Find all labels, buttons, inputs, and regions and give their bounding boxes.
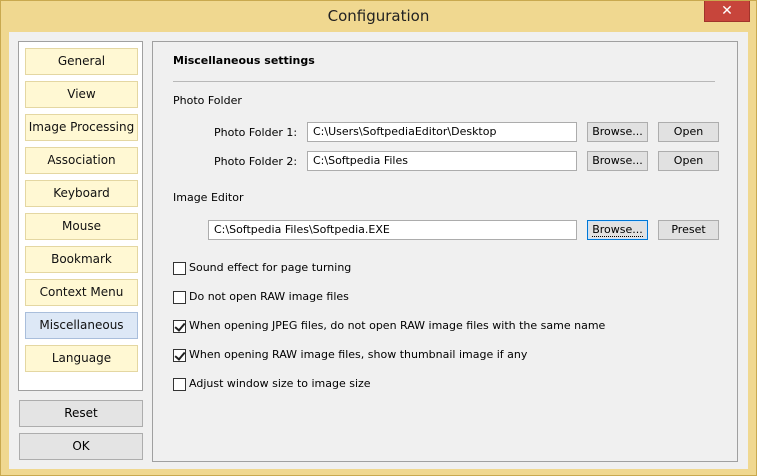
no-raw-checkbox[interactable] <box>173 291 186 304</box>
photo-folder-2-browse-button[interactable]: Browse... <box>587 151 648 171</box>
nav-item-image-processing[interactable]: Image Processing <box>25 114 138 141</box>
panel-heading: Miscellaneous settings <box>173 54 315 67</box>
no-raw-label: Do not open RAW image files <box>189 290 349 303</box>
adjust-window-label: Adjust window size to image size <box>189 377 371 390</box>
jpeg-skip-raw-label: When opening JPEG files, do not open RAW… <box>189 319 606 332</box>
photo-folder-group-label: Photo Folder <box>173 94 242 107</box>
reset-button[interactable]: Reset <box>19 400 143 427</box>
nav-item-mouse[interactable]: Mouse <box>25 213 138 240</box>
adjust-window-checkbox[interactable] <box>173 378 186 391</box>
nav-item-association[interactable]: Association <box>25 147 138 174</box>
nav-item-context-menu[interactable]: Context Menu <box>25 279 138 306</box>
sound-effect-checkbox[interactable] <box>173 262 186 275</box>
configuration-window: Configuration ✕ General View Image Proce… <box>0 0 757 476</box>
settings-panel: Miscellaneous settings Photo Folder Phot… <box>152 41 738 462</box>
raw-thumbnail-checkbox[interactable] <box>173 349 186 362</box>
client-area: General View Image Processing Associatio… <box>9 32 748 469</box>
nav-item-keyboard[interactable]: Keyboard <box>25 180 138 207</box>
nav-item-general[interactable]: General <box>25 48 138 75</box>
nav-item-bookmark[interactable]: Bookmark <box>25 246 138 273</box>
image-editor-browse-label: Browse... <box>592 223 643 237</box>
close-icon: ✕ <box>721 3 733 19</box>
image-editor-preset-button[interactable]: Preset <box>658 220 719 240</box>
photo-folder-1-label: Photo Folder 1: <box>214 126 298 139</box>
nav-item-miscellaneous[interactable]: Miscellaneous <box>25 312 138 339</box>
heading-divider <box>173 81 715 82</box>
photo-folder-2-label: Photo Folder 2: <box>214 155 298 168</box>
nav-item-view[interactable]: View <box>25 81 138 108</box>
photo-folder-2-input[interactable]: C:\Softpedia Files <box>307 151 577 171</box>
title-bar[interactable]: Configuration ✕ <box>1 1 756 32</box>
photo-folder-1-open-button[interactable]: Open <box>658 122 719 142</box>
photo-folder-1-input[interactable]: C:\Users\SoftpediaEditor\Desktop <box>307 122 577 142</box>
jpeg-skip-raw-checkbox[interactable] <box>173 320 186 333</box>
raw-thumbnail-label: When opening RAW image files, show thumb… <box>189 348 528 361</box>
image-editor-group-label: Image Editor <box>173 191 244 204</box>
window-title: Configuration <box>327 7 430 25</box>
photo-folder-2-open-button[interactable]: Open <box>658 151 719 171</box>
close-button[interactable]: ✕ <box>704 1 750 22</box>
photo-folder-1-browse-button[interactable]: Browse... <box>587 122 648 142</box>
sound-effect-label: Sound effect for page turning <box>189 261 352 274</box>
ok-button[interactable]: OK <box>19 433 143 460</box>
category-list: General View Image Processing Associatio… <box>18 41 143 391</box>
image-editor-browse-button[interactable]: Browse... <box>587 220 648 240</box>
nav-item-language[interactable]: Language <box>25 345 138 372</box>
image-editor-input[interactable]: C:\Softpedia Files\Softpedia.EXE <box>208 220 577 240</box>
